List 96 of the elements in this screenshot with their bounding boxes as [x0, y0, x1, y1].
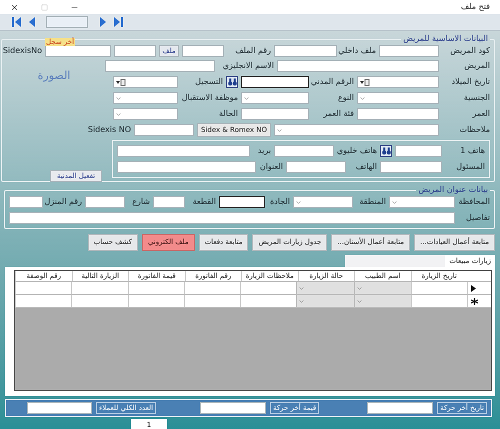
- nav-arrow-icon: [114, 17, 122, 27]
- field-label: رقم المنزل: [46, 196, 82, 208]
- dropdown-icon: [116, 78, 126, 86]
- search-button[interactable]: [380, 145, 392, 157]
- nav-button[interactable]: [112, 16, 124, 28]
- field-label: SidexisNo: [6, 45, 42, 57]
- field-label: هاتف 1: [459, 145, 485, 157]
- input-field[interactable]: [9, 212, 455, 224]
- input-field[interactable]: [379, 45, 439, 57]
- chevron-down-icon: [359, 94, 366, 102]
- window-title: فتح ملف: [460, 1, 490, 13]
- dropdown-cell[interactable]: [296, 295, 354, 307]
- dropdown-field[interactable]: [357, 92, 439, 104]
- chevron-down-icon: [391, 198, 398, 206]
- record-field[interactable]: [46, 16, 88, 28]
- input-field[interactable]: [9, 196, 43, 208]
- nav-arrow-icon: [28, 17, 36, 27]
- current-row-icon: [471, 284, 476, 292]
- group-title: بيانات عنوان المريض: [417, 184, 489, 196]
- input-field[interactable]: [182, 45, 224, 57]
- input-field[interactable]: [274, 45, 337, 57]
- chevron-down-icon: [115, 94, 122, 102]
- field-label: المحافظة: [458, 196, 490, 208]
- dropdown-icon: [360, 78, 370, 86]
- close-icon[interactable]: [10, 2, 19, 12]
- input-field[interactable]: [277, 60, 439, 72]
- nav-button[interactable]: [10, 16, 22, 28]
- field-label: رقم الملف: [234, 45, 271, 57]
- field-label: الرقم المدني: [312, 76, 354, 88]
- field-label: النوع: [337, 92, 354, 104]
- input-field[interactable]: [117, 161, 256, 173]
- input-field[interactable]: [153, 196, 185, 208]
- field-label: الجادة: [268, 196, 290, 208]
- input-field[interactable]: [395, 145, 442, 157]
- photo-label: الصورة: [38, 68, 70, 84]
- dropdown-field[interactable]: [113, 92, 178, 104]
- chevron-down-icon: [115, 110, 122, 118]
- field-label: الهاتف: [354, 161, 377, 173]
- input-field[interactable]: [200, 402, 266, 414]
- binoculars-icon: [228, 78, 236, 86]
- field-label: المنطقة: [358, 196, 386, 208]
- dropdown-field[interactable]: [241, 92, 309, 104]
- field-label: فئة العمر: [322, 108, 354, 120]
- field-label: بريد: [256, 145, 271, 157]
- chevron-down-icon: [295, 198, 302, 206]
- input-field[interactable]: [85, 196, 125, 208]
- nav-arrow-icon: [12, 17, 20, 27]
- dropdown-field[interactable]: [274, 124, 439, 136]
- input-field[interactable]: [380, 161, 442, 173]
- group-title: البيانات الاساسية للمريض: [402, 33, 489, 45]
- search-button[interactable]: [226, 76, 238, 88]
- field-label: العمر: [471, 108, 490, 120]
- field-label: Sidexis NO: [90, 124, 131, 136]
- field-label: تفاصيل: [465, 212, 490, 224]
- input-field[interactable]: [105, 60, 215, 72]
- field-label: موظفة الاستقبال: [181, 92, 238, 104]
- new-row-icon: [471, 298, 478, 304]
- chevron-down-icon: [276, 126, 283, 134]
- dropdown-cell[interactable]: [296, 282, 354, 294]
- dropdown-cell[interactable]: [354, 295, 411, 307]
- binoculars-icon: [382, 147, 390, 155]
- field-label: الحالة: [218, 108, 238, 120]
- field-label: ملف داخلي: [340, 45, 376, 57]
- field-label: تاريخ الميلاد: [450, 76, 490, 88]
- dropdown-field[interactable]: [113, 108, 178, 120]
- input-field[interactable]: [219, 196, 265, 208]
- field-label: الجنسية: [462, 92, 490, 104]
- field-label: كود المريض: [449, 45, 490, 57]
- field-label: المسئول: [455, 161, 485, 173]
- date-field[interactable]: [113, 76, 178, 88]
- dropdown-cell[interactable]: [354, 282, 411, 294]
- input-field[interactable]: [26, 402, 92, 414]
- field-label: الاسم الانجليزي: [222, 60, 274, 72]
- dropdown-field[interactable]: [389, 196, 455, 208]
- field-label: العنوان: [259, 161, 283, 173]
- nav-arrow-icon: [98, 17, 106, 27]
- input-field[interactable]: [241, 76, 309, 88]
- field-label: شارع: [131, 196, 150, 208]
- chevron-down-icon: [243, 94, 250, 102]
- input-field[interactable]: [114, 45, 156, 57]
- input-field[interactable]: [117, 145, 250, 157]
- input-field[interactable]: [45, 45, 111, 57]
- input-field[interactable]: [241, 108, 309, 120]
- input-field[interactable]: [274, 145, 334, 157]
- field-label: التسجيل: [194, 76, 223, 88]
- input-field[interactable]: [357, 108, 439, 120]
- input-field[interactable]: [367, 402, 434, 414]
- input-field[interactable]: [134, 124, 194, 136]
- input-field[interactable]: [286, 161, 346, 173]
- field-label: هاتف خليوي: [337, 145, 377, 157]
- date-field[interactable]: [357, 76, 439, 88]
- dropdown-field[interactable]: [293, 196, 353, 208]
- field-label: المريض: [463, 60, 490, 72]
- field-label: ملاحظات: [458, 124, 490, 136]
- field-label: القطعة: [192, 196, 216, 208]
- maximize-icon[interactable]: [41, 4, 48, 10]
